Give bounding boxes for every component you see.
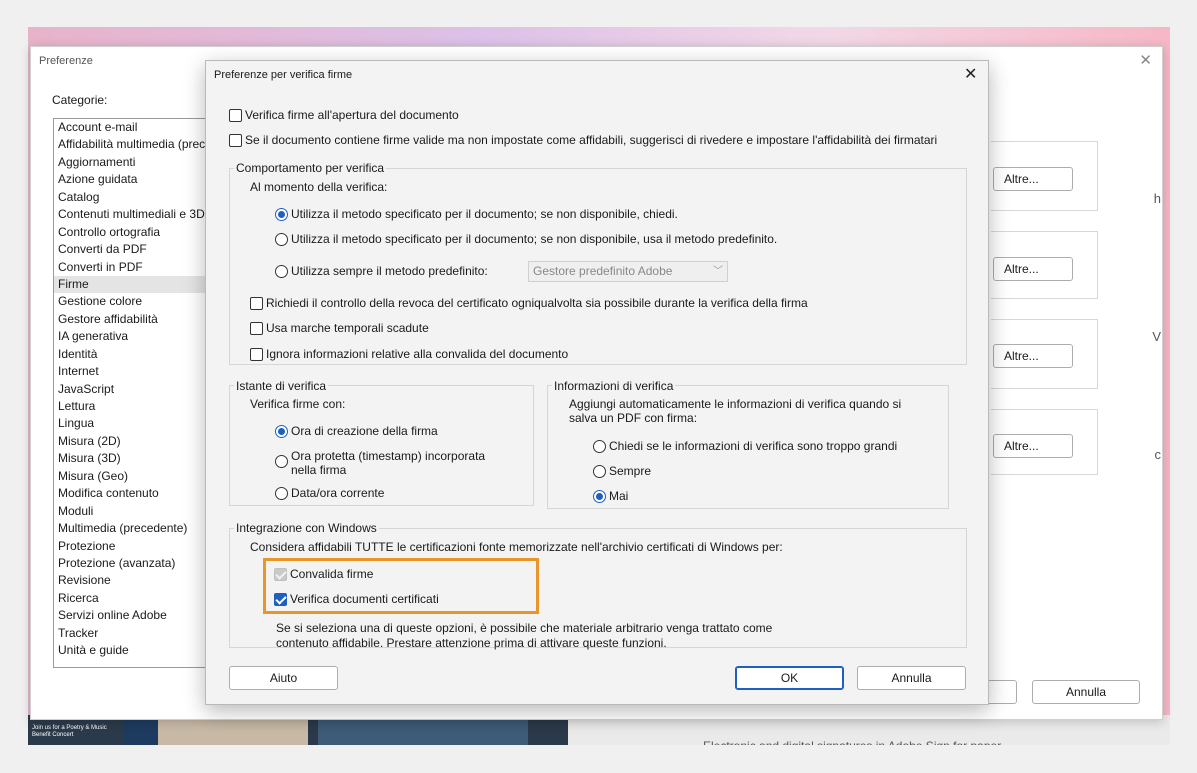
checkbox-icon[interactable] (229, 109, 242, 123)
more-button[interactable]: Altre... (993, 434, 1073, 458)
ok-button-edge[interactable] (989, 680, 1017, 704)
preferences-cancel-button[interactable]: Annulla (1032, 680, 1140, 704)
close-icon[interactable]: ✕ (964, 64, 977, 84)
category-item[interactable]: Misura (Geo) (54, 468, 212, 485)
clipped-text: h (1153, 191, 1161, 206)
category-item[interactable]: Revisione (54, 572, 212, 589)
signature-verification-dialog: Preferenze per verifica firme ✕ Verifica… (205, 60, 989, 705)
radio-icon[interactable] (275, 455, 288, 468)
radio-icon[interactable] (593, 490, 606, 504)
group-subtitle: Al momento della verifica: (250, 180, 388, 194)
category-item[interactable]: Misura (3D) (54, 450, 212, 467)
categories-list[interactable]: Account e-mail Affidabilità multimedia (p… (53, 118, 213, 668)
category-item[interactable]: Modifica contenuto (54, 485, 212, 502)
close-icon[interactable]: ✕ (1139, 51, 1152, 69)
more-button[interactable]: Altre... (993, 167, 1073, 191)
group-description: salva un PDF con firma: (569, 411, 698, 425)
category-item[interactable]: Unità e guide (54, 642, 212, 659)
promo-text: Join us for a Poetry & Music Benefit Con… (32, 725, 107, 738)
suggest-trust-checkbox[interactable]: Se il documento contiene firme valide ma… (229, 133, 937, 148)
checkbox-icon[interactable] (250, 348, 263, 362)
verify-on-open-checkbox[interactable]: Verifica firme all'apertura del document… (229, 108, 459, 123)
category-item[interactable]: Affidabilità multimedia (prec (54, 136, 212, 153)
category-item[interactable]: Converti da PDF (54, 241, 212, 258)
category-item[interactable]: Gestione colore (54, 293, 212, 310)
category-item[interactable]: Lettura (54, 398, 212, 415)
category-item[interactable]: Aggiornamenti (54, 154, 212, 171)
radio-icon[interactable] (275, 487, 288, 501)
cancel-button[interactable]: Annulla (857, 666, 966, 690)
category-item[interactable]: Moduli (54, 503, 212, 520)
category-item[interactable]: Converti in PDF (54, 259, 212, 276)
radio-icon[interactable] (593, 465, 606, 479)
group-title: Comportamento per verifica (234, 161, 387, 175)
category-item[interactable]: JavaScript (54, 381, 212, 398)
category-item[interactable]: Azione guidata (54, 171, 212, 188)
category-item[interactable]: Tracker (54, 625, 212, 642)
default-method-select[interactable]: Gestore predefinito Adobe ﹀ (528, 261, 728, 282)
warning-text: contenuto affidabile. Prestare attenzion… (276, 636, 667, 650)
checkbox-icon[interactable] (250, 297, 263, 311)
radio-icon[interactable] (275, 265, 288, 279)
expired-timestamps-checkbox[interactable]: Usa marche temporali scadute (250, 321, 429, 336)
radio-icon[interactable] (275, 208, 288, 222)
checkbox-icon[interactable] (250, 322, 263, 336)
category-item[interactable]: Controllo ortografia (54, 224, 212, 241)
category-item[interactable]: Contenuti multimediali e 3D (54, 206, 212, 223)
checkbox-icon[interactable] (274, 568, 287, 582)
more-button[interactable]: Altre... (993, 344, 1073, 368)
category-item[interactable]: Internet (54, 363, 212, 380)
checkbox-icon[interactable] (274, 593, 287, 607)
checkbox-icon[interactable] (229, 134, 242, 148)
radio-icon[interactable] (593, 440, 606, 454)
category-item[interactable]: IA generativa (54, 328, 212, 345)
time-option-creation[interactable]: Ora di creazione della firma (275, 424, 438, 439)
category-item[interactable]: Lingua (54, 415, 212, 432)
category-item[interactable]: Misura (2D) (54, 433, 212, 450)
group-description: Aggiungi automaticamente le informazioni… (569, 397, 902, 411)
time-option-timestamp[interactable]: Ora protetta (timestamp) incorporata nell… (275, 449, 485, 477)
group-subtitle: Considera affidabili TUTTE le certificaz… (250, 540, 783, 554)
group-subtitle: Verifica firme con: (250, 397, 346, 411)
dialog-title: Preferenze per verifica firme (214, 69, 353, 81)
category-item[interactable]: Servizi online Adobe (54, 607, 212, 624)
category-item[interactable]: Firme (54, 275, 212, 294)
more-button[interactable]: Altre... (993, 257, 1073, 281)
validate-signatures-checkbox[interactable]: Convalida firme (274, 567, 373, 582)
chevron-down-icon: ﹀ (713, 266, 723, 277)
category-item[interactable]: Catalog (54, 189, 212, 206)
group-title: Istante di verifica (234, 379, 329, 393)
info-option-never[interactable]: Mai (593, 489, 628, 504)
category-item[interactable]: Account e-mail (54, 119, 212, 136)
certified-documents-checkbox[interactable]: Verifica documenti certificati (274, 592, 439, 607)
category-item[interactable]: Identità (54, 346, 212, 363)
radio-icon[interactable] (275, 233, 288, 247)
behavior-option-1[interactable]: Utilizza il metodo specificato per il do… (275, 207, 678, 222)
categories-label: Categorie: (52, 93, 108, 107)
help-button[interactable]: Aiuto (229, 666, 338, 690)
category-item[interactable]: Multimedia (precedente) (54, 520, 212, 537)
radio-icon[interactable] (275, 425, 288, 439)
info-option-ask[interactable]: Chiedi se le informazioni di verifica so… (593, 439, 897, 454)
info-option-always[interactable]: Sempre (593, 464, 651, 479)
warning-text: Se si seleziona una di queste opzioni, è… (276, 621, 773, 635)
clipped-text: V (1152, 329, 1161, 344)
category-item[interactable]: Protezione (avanzata) (54, 555, 212, 572)
category-item[interactable]: Protezione (54, 538, 212, 555)
category-item[interactable]: Gestore affidabilità (54, 311, 212, 328)
ok-button[interactable]: OK (735, 666, 844, 690)
behavior-option-3[interactable]: Utilizza sempre il metodo predefinito: (275, 264, 488, 279)
revocation-checkbox[interactable]: Richiedi il controllo della revoca del c… (250, 296, 808, 311)
window-title: Preferenze (39, 55, 93, 67)
behavior-option-2[interactable]: Utilizza il metodo specificato per il do… (275, 232, 777, 247)
clipped-text: c (1154, 447, 1162, 462)
group-title: Informazioni di verifica (552, 379, 676, 393)
category-item[interactable]: Ricerca (54, 590, 212, 607)
time-option-current[interactable]: Data/ora corrente (275, 486, 384, 501)
group-title: Integrazione con Windows (234, 521, 379, 535)
ignore-validation-checkbox[interactable]: Ignora informazioni relative alla conval… (250, 347, 568, 362)
